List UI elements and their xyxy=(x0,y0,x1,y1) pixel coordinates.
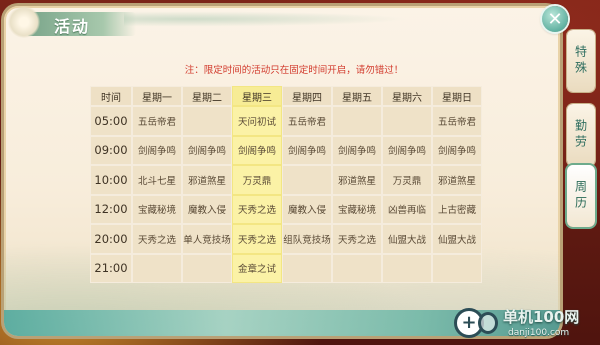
activity-cell[interactable]: 魔教入侵 xyxy=(282,194,332,224)
time-cell: 12:00 xyxy=(90,194,132,224)
time-cell: 20:00 xyxy=(90,224,132,254)
time-cell: 05:00 xyxy=(90,106,132,136)
watermark-circle-icon xyxy=(478,312,498,334)
header-day: 星期一 xyxy=(132,86,182,106)
watermark-title: 单机100网 xyxy=(503,308,580,326)
close-button[interactable]: ✕ xyxy=(542,6,568,32)
activity-cell[interactable]: 天秀之选 xyxy=(232,194,282,224)
empty-cell xyxy=(432,253,482,283)
empty-cell xyxy=(282,253,332,283)
activity-cell[interactable]: 剑阁争鸣 xyxy=(382,135,432,165)
cloud-decoration xyxy=(124,10,444,28)
header-day: 星期日 xyxy=(432,86,482,106)
activity-cell[interactable]: 万灵鼎 xyxy=(382,165,432,195)
tab-label: 周历 xyxy=(573,180,588,212)
activity-cell[interactable]: 邪道煞星 xyxy=(432,165,482,195)
activity-cell[interactable]: 天问初试 xyxy=(232,106,282,136)
activity-cell[interactable]: 凶兽再临 xyxy=(382,194,432,224)
activity-cell[interactable]: 天秀之选 xyxy=(332,224,382,254)
activity-cell[interactable]: 剑阁争鸣 xyxy=(182,135,232,165)
tab-diligent[interactable]: 勤劳 xyxy=(567,104,595,166)
close-icon: ✕ xyxy=(547,8,563,30)
header-day: 星期六 xyxy=(382,86,432,106)
notice-text: 注：限定时间的活动只在固定时间开启，请勿错过！ xyxy=(184,65,404,76)
panel-title: 活动 xyxy=(54,17,91,36)
activity-cell[interactable]: 仙盟大战 xyxy=(382,224,432,254)
activity-cell[interactable]: 单人竞技场 xyxy=(182,224,232,254)
activity-cell[interactable]: 魔教入侵 xyxy=(182,194,232,224)
tab-special[interactable]: 特殊 xyxy=(567,30,595,92)
time-cell: 09:00 xyxy=(90,135,132,165)
header-time: 时间 xyxy=(90,86,132,106)
empty-cell xyxy=(382,253,432,283)
activity-cell[interactable]: 邪道煞星 xyxy=(332,165,382,195)
activity-cell[interactable]: 剑阁争鸣 xyxy=(282,135,332,165)
tab-weekly-calendar[interactable]: 周历 xyxy=(567,165,595,227)
activity-cell[interactable]: 剑阁争鸣 xyxy=(332,135,382,165)
activity-cell[interactable]: 天秀之选 xyxy=(232,224,282,254)
activity-cell[interactable]: 仙盟大战 xyxy=(432,224,482,254)
empty-cell xyxy=(382,106,432,136)
watermark-url: danji100.com xyxy=(508,328,570,338)
tab-label: 特殊 xyxy=(573,45,588,77)
header-day: 星期五 xyxy=(332,86,382,106)
activity-cell[interactable]: 北斗七星 xyxy=(132,165,182,195)
activity-cell[interactable]: 天秀之选 xyxy=(132,224,182,254)
header-day: 星期二 xyxy=(182,86,232,106)
activity-cell[interactable]: 邪道煞星 xyxy=(182,165,232,195)
empty-cell xyxy=(282,165,332,195)
activity-cell[interactable]: 五岳帝君 xyxy=(132,106,182,136)
empty-cell xyxy=(332,106,382,136)
activity-cell[interactable]: 上古密藏 xyxy=(432,194,482,224)
activity-cell[interactable]: 组队竞技场 xyxy=(282,224,332,254)
time-cell: 21:00 xyxy=(90,253,132,283)
empty-cell xyxy=(182,106,232,136)
activity-cell[interactable]: 五岳帝君 xyxy=(432,106,482,136)
activity-cell[interactable]: 宝藏秘境 xyxy=(132,194,182,224)
tab-label: 勤劳 xyxy=(573,119,588,151)
activity-panel: 活动 注：限定时间的活动只在固定时间开启，请勿错过！ 时间 星期一 星期二 星期三 星期… xyxy=(4,6,560,336)
activity-cell[interactable]: 剑阁争鸣 xyxy=(232,135,282,165)
activity-cell[interactable]: 剑阁争鸣 xyxy=(132,135,182,165)
activity-cell[interactable]: 万灵鼎 xyxy=(232,165,282,195)
empty-cell xyxy=(332,253,382,283)
empty-cell xyxy=(132,253,182,283)
schedule-table: 时间 星期一 星期二 星期三 星期四 星期五 星期六 星期日 05:00 五岳帝君 天问初试 五岳帝君… xyxy=(90,86,482,283)
activity-cell[interactable]: 五岳帝君 xyxy=(282,106,332,136)
time-cell: 10:00 xyxy=(90,165,132,195)
activity-cell[interactable]: 剑阁争鸣 xyxy=(432,135,482,165)
header-day: 星期四 xyxy=(282,86,332,106)
header-day: 星期三 xyxy=(232,86,282,106)
empty-cell xyxy=(182,253,232,283)
activity-cell[interactable]: 金章之试 xyxy=(232,253,282,283)
activity-cell[interactable]: 宝藏秘境 xyxy=(332,194,382,224)
flower-icon xyxy=(8,6,40,38)
